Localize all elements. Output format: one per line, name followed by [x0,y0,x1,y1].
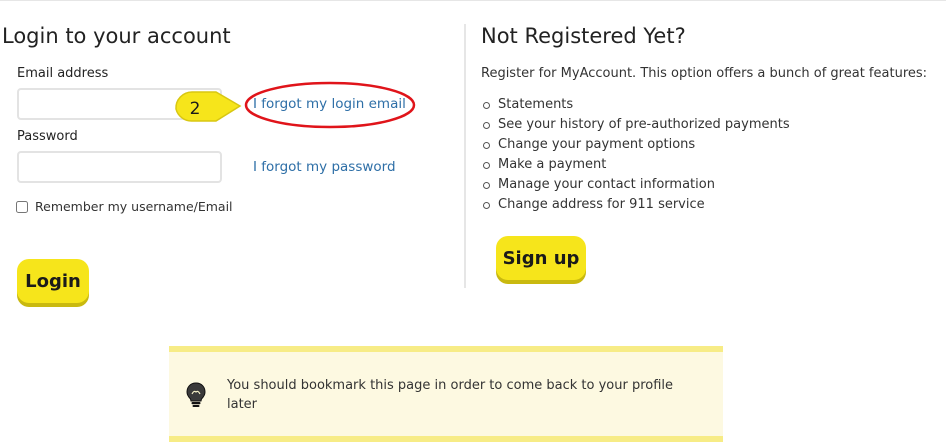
bullet-icon [483,122,490,129]
bookmark-notice-text: You should bookmark this page in order t… [227,378,674,412]
register-title: Not Registered Yet? [481,24,686,48]
page: Login to your account Email address Pass… [0,0,946,447]
forgot-password-link[interactable]: I forgot my password [253,159,396,175]
bullet-icon [483,202,490,209]
bullet-icon [483,182,490,189]
bookmark-notice: You should bookmark this page in order t… [169,346,723,442]
register-description: Register for MyAccount. This option offe… [481,66,928,81]
feature-item: Change your payment options [481,135,790,155]
lightbulb-icon [186,382,206,407]
feature-item: See your history of pre-authorized payme… [481,115,790,135]
step-callout-badge: 2 [175,91,242,122]
sign-up-button[interactable]: Sign up [496,236,586,280]
highlight-ellipse [244,81,416,129]
step-number: 2 [190,99,201,119]
login-title: Login to your account [2,24,231,48]
remember-me-checkbox[interactable] [16,200,28,213]
feature-item: Make a payment [481,155,790,175]
bullet-icon [483,162,490,169]
section-divider [464,24,466,288]
feature-list: Statements See your history of pre-autho… [481,95,790,215]
password-field[interactable] [17,151,222,183]
bullet-icon [483,142,490,149]
feature-item: Change address for 911 service [481,195,790,215]
bullet-icon [483,102,490,109]
feature-item: Manage your contact information [481,175,790,195]
remember-me-row: Remember my username/Email [16,199,233,214]
remember-me-label: Remember my username/Email [35,199,233,214]
top-divider [0,0,946,1]
password-label: Password [17,129,78,144]
email-label: Email address [17,66,109,81]
login-button[interactable]: Login [17,259,89,303]
feature-item: Statements [481,95,790,115]
